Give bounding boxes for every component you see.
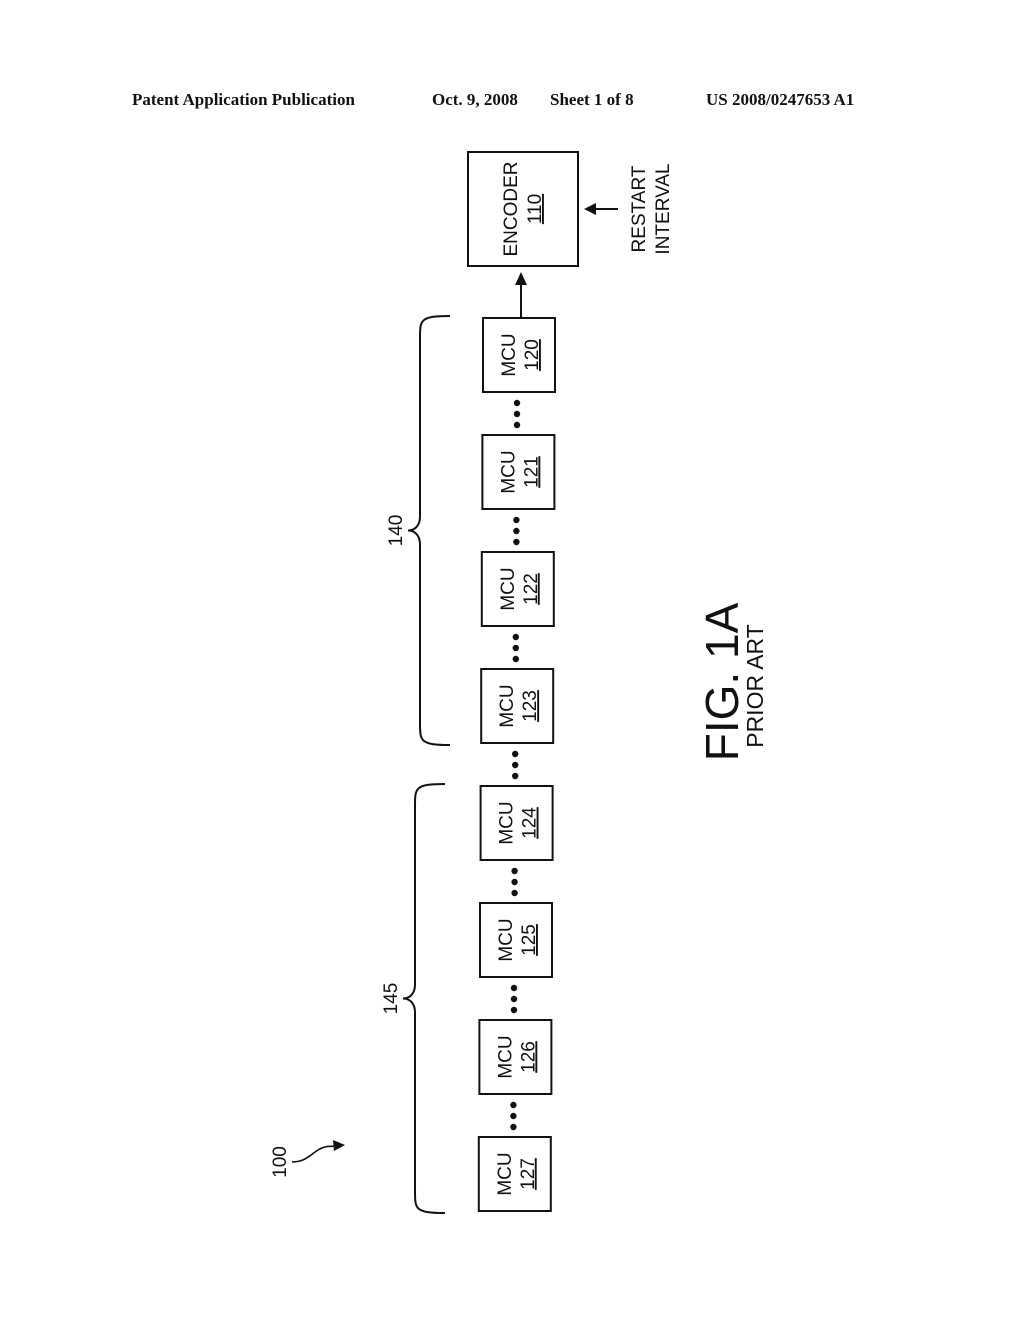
ellipsis-dot [512,644,519,652]
mcu-block: MCU 121 [481,434,556,510]
encoder-ref: 110 [525,194,546,224]
encoder-block: ENCODER 110 [467,151,579,267]
ellipsis-dot [510,995,518,1003]
ellipsis-dot [510,1006,518,1014]
ellipsis-dots [510,1101,517,1131]
ellipsis-dots [512,750,519,780]
mcu-chain: MCU 120MCU 121MCU 122MCU 123MCU 124MCU 125MCU 1… [477,317,556,1212]
mcu-block: MCU 120 [482,317,556,393]
restart-label-line2: INTERVAL [653,163,674,254]
ellipsis-dots [513,516,520,546]
mcu-label: MCU [497,684,518,727]
ellipsis-dots [510,984,518,1014]
ellipsis-dot [513,538,520,546]
ellipsis-dot [513,421,521,429]
arrow-right-icon [333,1140,345,1151]
ellipsis-dot [513,527,520,535]
group-ref: 140 [386,515,407,547]
ellipsis-dot [510,1123,517,1131]
ellipsis-dot [510,984,518,992]
mcu-ref: 126 [518,1041,539,1073]
ellipsis-dot [513,516,520,524]
ellipsis-dots [511,867,518,897]
mcu-block: MCU 126 [478,1019,553,1095]
group-ref: 145 [381,983,402,1015]
mcu-ref: 120 [522,339,543,371]
mcu-block: MCU 122 [480,551,555,627]
encoder-label: ENCODER [501,161,522,256]
restart-label-line1: RESTART [629,165,650,252]
group-brace [407,315,451,746]
ellipsis-dot [510,1101,517,1109]
mcu-ref: 121 [521,456,542,488]
figure-label: FIG. 1A [696,602,748,761]
ellipsis-dot [512,750,519,758]
ellipsis-dot [512,772,519,780]
mcu-block: MCU 125 [479,902,553,978]
mcu-label: MCU [495,1152,516,1195]
ellipsis-dot [512,655,519,663]
figure-sublabel: PRIOR ART [742,624,768,748]
ellipsis-dot [512,761,519,769]
ellipsis-dot [511,867,518,875]
mcu-label: MCU [498,450,519,493]
ellipsis-dot [510,1112,517,1120]
mcu-label: MCU [498,567,519,610]
mcu-label: MCU [497,801,518,844]
arrow-up-icon [515,272,527,285]
ellipsis-dot [513,399,521,407]
mcu-ref: 125 [519,924,540,956]
figure-diagram: ENCODER 110 RESTART INTERVAL MCU 120MCU 12… [270,151,768,1214]
mcu-block: MCU 123 [480,668,555,744]
mcu-ref: 122 [521,573,542,605]
group-braces: 140 145 [381,315,451,1214]
ellipsis-dot [512,633,519,641]
ellipsis-dots [512,633,519,663]
chain-to-encoder-arrow [515,272,527,318]
mcu-block: MCU 124 [479,785,554,861]
mcu-block: MCU 127 [477,1136,552,1212]
mcu-label: MCU [495,1035,516,1078]
mcu-label: MCU [499,333,520,376]
figure-caption: FIG. 1A PRIOR ART [696,602,768,761]
figure-reference: 100 [270,1140,345,1178]
mcu-ref: 127 [518,1158,539,1190]
ellipsis-dot [511,889,518,897]
mcu-label: MCU [496,918,517,961]
figure-reference-number: 100 [270,1146,291,1178]
arrow-left-icon [584,203,596,215]
ellipsis-dots [513,399,521,429]
group-brace [402,783,446,1214]
mcu-ref: 124 [520,807,541,839]
restart-interval-input: RESTART INTERVAL [584,163,674,255]
mcu-ref: 123 [520,690,541,722]
ellipsis-dot [511,878,518,886]
ellipsis-dot [513,410,521,418]
